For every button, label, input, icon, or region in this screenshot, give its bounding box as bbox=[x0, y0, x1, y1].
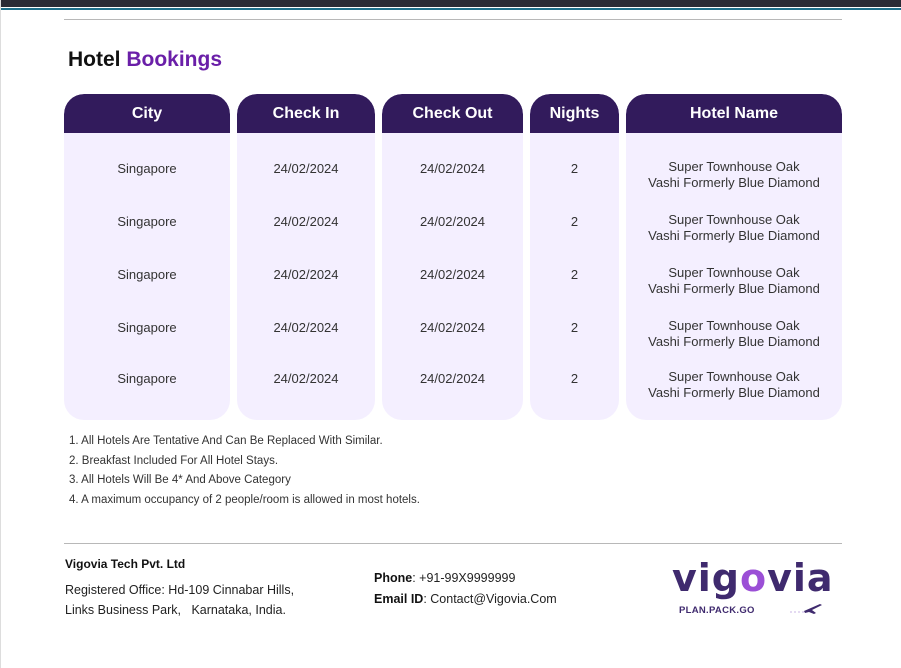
cell-check-in: 24/02/2024 bbox=[273, 267, 339, 282]
logo-part2: o bbox=[740, 556, 768, 600]
company-name: Vigovia Tech Pvt. Ltd bbox=[65, 557, 186, 571]
email-label: Email ID bbox=[374, 592, 424, 606]
vigovia-logo: vigovia PLAN.PACK.GO bbox=[672, 556, 834, 622]
airplane-icon bbox=[790, 604, 822, 614]
cell-check-out: 24/02/2024 bbox=[419, 214, 486, 229]
booking-notes: 1. All Hotels Are Tentative And Can Be R… bbox=[69, 432, 420, 510]
logo-part1: vig bbox=[672, 556, 740, 600]
office-line1: Registered Office: Hd-109 Cinnabar Hills… bbox=[65, 583, 295, 597]
cell-check-out: 24/02/2024 bbox=[419, 161, 486, 176]
page-edge bbox=[0, 0, 1, 668]
note-item: 2. Breakfast Included For All Hotel Stay… bbox=[69, 454, 279, 467]
hotel-name-line2: Vashi Formerly Blue Diamond bbox=[648, 175, 820, 190]
cell-city: Singapore bbox=[117, 161, 177, 176]
header-hotel-name: Hotel Name bbox=[626, 94, 842, 133]
hotel-name-line1: Super Townhouse Oak bbox=[668, 318, 800, 333]
top-border-bar bbox=[0, 0, 901, 7]
cell-hotel-name: Super Townhouse Oak Vashi Formerly Blue … bbox=[626, 318, 842, 350]
top-border-line bbox=[0, 8, 901, 10]
hotel-name-line2: Vashi Formerly Blue Diamond bbox=[648, 334, 820, 349]
column-hotel-name: Hotel Name Super Townhouse Oak Vashi For… bbox=[626, 94, 842, 420]
cell-check-in: 24/02/2024 bbox=[273, 371, 339, 386]
hotel-name-line2: Vashi Formerly Blue Diamond bbox=[648, 385, 820, 400]
header-nights: Nights bbox=[530, 94, 619, 133]
header-city: City bbox=[64, 94, 230, 133]
contact-info: Phone: +91-99X9999999 Email ID: Contact@… bbox=[374, 568, 557, 610]
phone-value: : +91-99X9999999 bbox=[412, 571, 516, 585]
logo-part3: via bbox=[767, 556, 834, 600]
cell-city: Singapore bbox=[117, 214, 177, 229]
hotel-name-line1: Super Townhouse Oak bbox=[668, 159, 800, 174]
hotel-name-line1: Super Townhouse Oak bbox=[668, 369, 800, 384]
cell-nights: 2 bbox=[570, 267, 579, 282]
phone-label: Phone bbox=[374, 571, 413, 585]
email-row: Email ID: Contact@Vigovia.Com bbox=[374, 589, 557, 610]
note-item: 4. A maximum occupancy of 2 people/room … bbox=[69, 493, 420, 506]
cell-hotel-name: Super Townhouse Oak Vashi Formerly Blue … bbox=[626, 212, 842, 244]
page-title: Hotel Bookings bbox=[68, 48, 222, 72]
header-check-in: Check In bbox=[237, 94, 375, 133]
logo-tagline: PLAN.PACK.GO bbox=[679, 605, 755, 616]
cell-nights: 2 bbox=[570, 371, 579, 386]
cell-nights: 2 bbox=[570, 320, 579, 335]
office-line2: Links Business Park, Karnataka, India. bbox=[65, 603, 286, 617]
cell-check-in: 24/02/2024 bbox=[273, 161, 339, 176]
hotel-name-line1: Super Townhouse Oak bbox=[668, 265, 800, 280]
phone-row: Phone: +91-99X9999999 bbox=[374, 568, 557, 589]
footer-divider bbox=[64, 543, 842, 544]
header-check-out: Check Out bbox=[382, 94, 523, 133]
note-item: 3. All Hotels Will Be 4* And Above Categ… bbox=[69, 474, 291, 486]
cell-check-in: 24/02/2024 bbox=[273, 214, 339, 229]
column-check-in: Check In 24/02/2024 24/02/2024 24/02/202… bbox=[237, 94, 375, 420]
cell-city: Singapore bbox=[117, 320, 177, 335]
title-main: Hotel bbox=[68, 48, 121, 71]
cell-city: Singapore bbox=[117, 267, 177, 282]
cell-nights: 2 bbox=[570, 161, 579, 176]
column-check-out: Check Out 24/02/2024 24/02/2024 24/02/20… bbox=[382, 94, 523, 420]
cell-hotel-name: Super Townhouse Oak Vashi Formerly Blue … bbox=[626, 159, 842, 191]
column-city: City Singapore Singapore Singapore Singa… bbox=[64, 94, 230, 420]
cell-nights: 2 bbox=[570, 214, 579, 229]
cell-city: Singapore bbox=[117, 371, 177, 386]
cell-check-out: 24/02/2024 bbox=[419, 371, 486, 386]
hotel-name-line1: Super Townhouse Oak bbox=[668, 212, 800, 227]
cell-check-out: 24/02/2024 bbox=[419, 320, 486, 335]
logo-wordmark: vigovia bbox=[672, 556, 834, 600]
note-item: 1. All Hotels Are Tentative And Can Be R… bbox=[69, 435, 383, 447]
title-accent: Bookings bbox=[126, 48, 223, 71]
cell-check-out: 24/02/2024 bbox=[419, 267, 486, 282]
cell-check-in: 24/02/2024 bbox=[273, 320, 339, 335]
hotel-name-line2: Vashi Formerly Blue Diamond bbox=[648, 228, 820, 243]
registered-office: Registered Office: Hd-109 Cinnabar Hills… bbox=[65, 580, 325, 620]
cell-hotel-name: Super Townhouse Oak Vashi Formerly Blue … bbox=[626, 265, 842, 297]
column-nights: Nights 2 2 2 2 2 bbox=[530, 94, 619, 420]
email-value: : Contact@Vigovia.Com bbox=[423, 592, 557, 606]
top-divider bbox=[64, 19, 842, 20]
hotel-name-line2: Vashi Formerly Blue Diamond bbox=[648, 281, 820, 296]
cell-hotel-name: Super Townhouse Oak Vashi Formerly Blue … bbox=[626, 369, 842, 401]
